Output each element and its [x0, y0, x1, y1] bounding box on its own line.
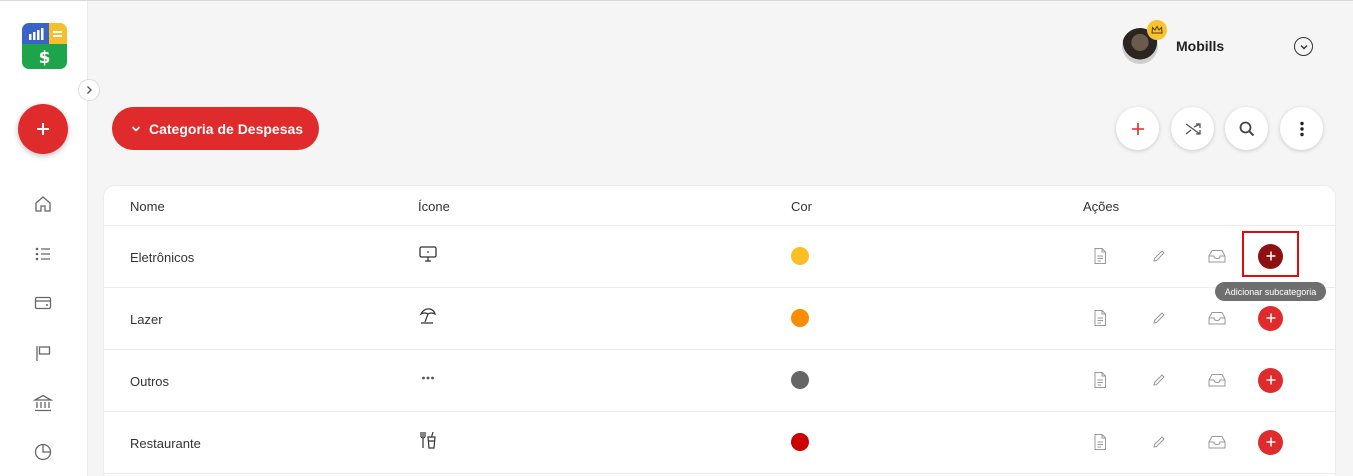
column-header-color: Cor	[791, 199, 812, 214]
view-details-button[interactable]	[1090, 370, 1110, 390]
view-details-button[interactable]	[1090, 308, 1110, 328]
row-divider	[103, 473, 1336, 474]
nav-accounts[interactable]	[32, 292, 54, 314]
nav-home[interactable]	[32, 193, 54, 215]
category-type-label: Categoria de Despesas	[149, 120, 304, 137]
plus-icon	[1266, 437, 1275, 447]
row-divider	[103, 411, 1336, 412]
category-name: Outros	[130, 374, 170, 389]
pencil-icon	[1153, 250, 1165, 262]
wallet-icon	[34, 296, 52, 310]
column-header-actions: Ações	[1083, 199, 1120, 214]
nav-banks[interactable]	[32, 392, 54, 414]
more-vertical-icon	[1299, 121, 1304, 136]
umbrella-beach-icon	[419, 308, 436, 324]
category-name: Eletrônicos	[130, 250, 195, 265]
view-details-button[interactable]	[1090, 432, 1110, 452]
flag-icon	[36, 346, 51, 361]
add-subcategory-button[interactable]	[1258, 305, 1283, 331]
pencil-icon	[1153, 374, 1165, 386]
pencil-icon	[1153, 312, 1165, 324]
tooltip: Adicionar subcategoria	[1215, 282, 1326, 301]
dots-icon	[422, 376, 434, 380]
crown-icon	[1151, 25, 1163, 34]
more-options-button[interactable]	[1280, 107, 1323, 150]
document-icon	[1094, 434, 1106, 450]
category-color	[791, 309, 809, 327]
view-details-button[interactable]	[1090, 246, 1110, 266]
archive-icon	[1208, 374, 1226, 387]
chevron-right-icon	[87, 86, 92, 94]
category-name: Lazer	[130, 312, 163, 327]
archive-icon	[1208, 436, 1226, 449]
top-border	[0, 0, 1353, 1]
edit-button[interactable]	[1149, 246, 1169, 266]
add-subcategory-button[interactable]	[1258, 367, 1283, 393]
archive-button[interactable]	[1207, 370, 1227, 390]
document-icon	[1094, 372, 1106, 388]
archive-button[interactable]	[1207, 432, 1227, 452]
column-header-icon: Ícone	[418, 199, 450, 214]
category-icon	[418, 430, 438, 450]
user-menu-button[interactable]	[1294, 37, 1313, 56]
food-drink-icon	[420, 431, 436, 449]
user-name[interactable]: Mobills	[1176, 38, 1224, 54]
add-category-button[interactable]	[1116, 107, 1159, 150]
mobills-logo[interactable]: $	[22, 23, 67, 69]
document-icon	[1094, 248, 1106, 264]
search-icon	[1239, 121, 1254, 136]
category-icon	[418, 368, 438, 388]
home-icon	[35, 196, 51, 212]
add-subcategory-button[interactable]	[1258, 429, 1283, 455]
edit-button[interactable]	[1149, 370, 1169, 390]
plus-icon	[37, 123, 49, 135]
edit-button[interactable]	[1149, 432, 1169, 452]
bank-icon	[33, 394, 53, 412]
plus-icon	[1266, 375, 1275, 385]
chevron-down-icon	[1300, 44, 1307, 49]
row-divider	[103, 225, 1336, 226]
logo-graphic: $	[29, 28, 62, 68]
archive-icon	[1208, 250, 1226, 263]
category-icon	[418, 244, 438, 264]
pencil-icon	[1153, 436, 1165, 448]
sidebar-collapse-button[interactable]	[78, 79, 100, 101]
category-name: Restaurante	[130, 436, 201, 451]
nav-transactions[interactable]	[32, 243, 54, 265]
category-type-dropdown[interactable]: Categoria de Despesas	[112, 107, 319, 150]
row-divider	[103, 287, 1336, 288]
category-icon	[418, 306, 438, 326]
category-color	[791, 433, 809, 451]
category-color	[791, 371, 809, 389]
svg-text:$: $	[39, 48, 51, 68]
archive-button[interactable]	[1207, 308, 1227, 328]
shuffle-icon	[1185, 122, 1201, 135]
archive-icon	[1208, 312, 1226, 325]
highlight-box	[1242, 231, 1299, 277]
add-transaction-button[interactable]	[18, 104, 68, 154]
search-button[interactable]	[1225, 107, 1268, 150]
document-icon	[1094, 310, 1106, 326]
list-icon	[35, 247, 50, 261]
pie-chart-icon	[34, 443, 52, 461]
nav-goals[interactable]	[32, 342, 54, 364]
nav-reports[interactable]	[32, 441, 54, 463]
merge-categories-button[interactable]	[1171, 107, 1214, 150]
column-header-name: Nome	[130, 199, 165, 214]
premium-badge	[1147, 20, 1167, 40]
edit-button[interactable]	[1149, 308, 1169, 328]
category-color	[791, 247, 809, 265]
row-divider	[103, 349, 1336, 350]
archive-button[interactable]	[1207, 246, 1227, 266]
plus-icon	[1266, 313, 1275, 323]
monitor-icon	[419, 246, 437, 262]
plus-icon	[1131, 122, 1144, 135]
chevron-down-icon	[131, 125, 141, 132]
